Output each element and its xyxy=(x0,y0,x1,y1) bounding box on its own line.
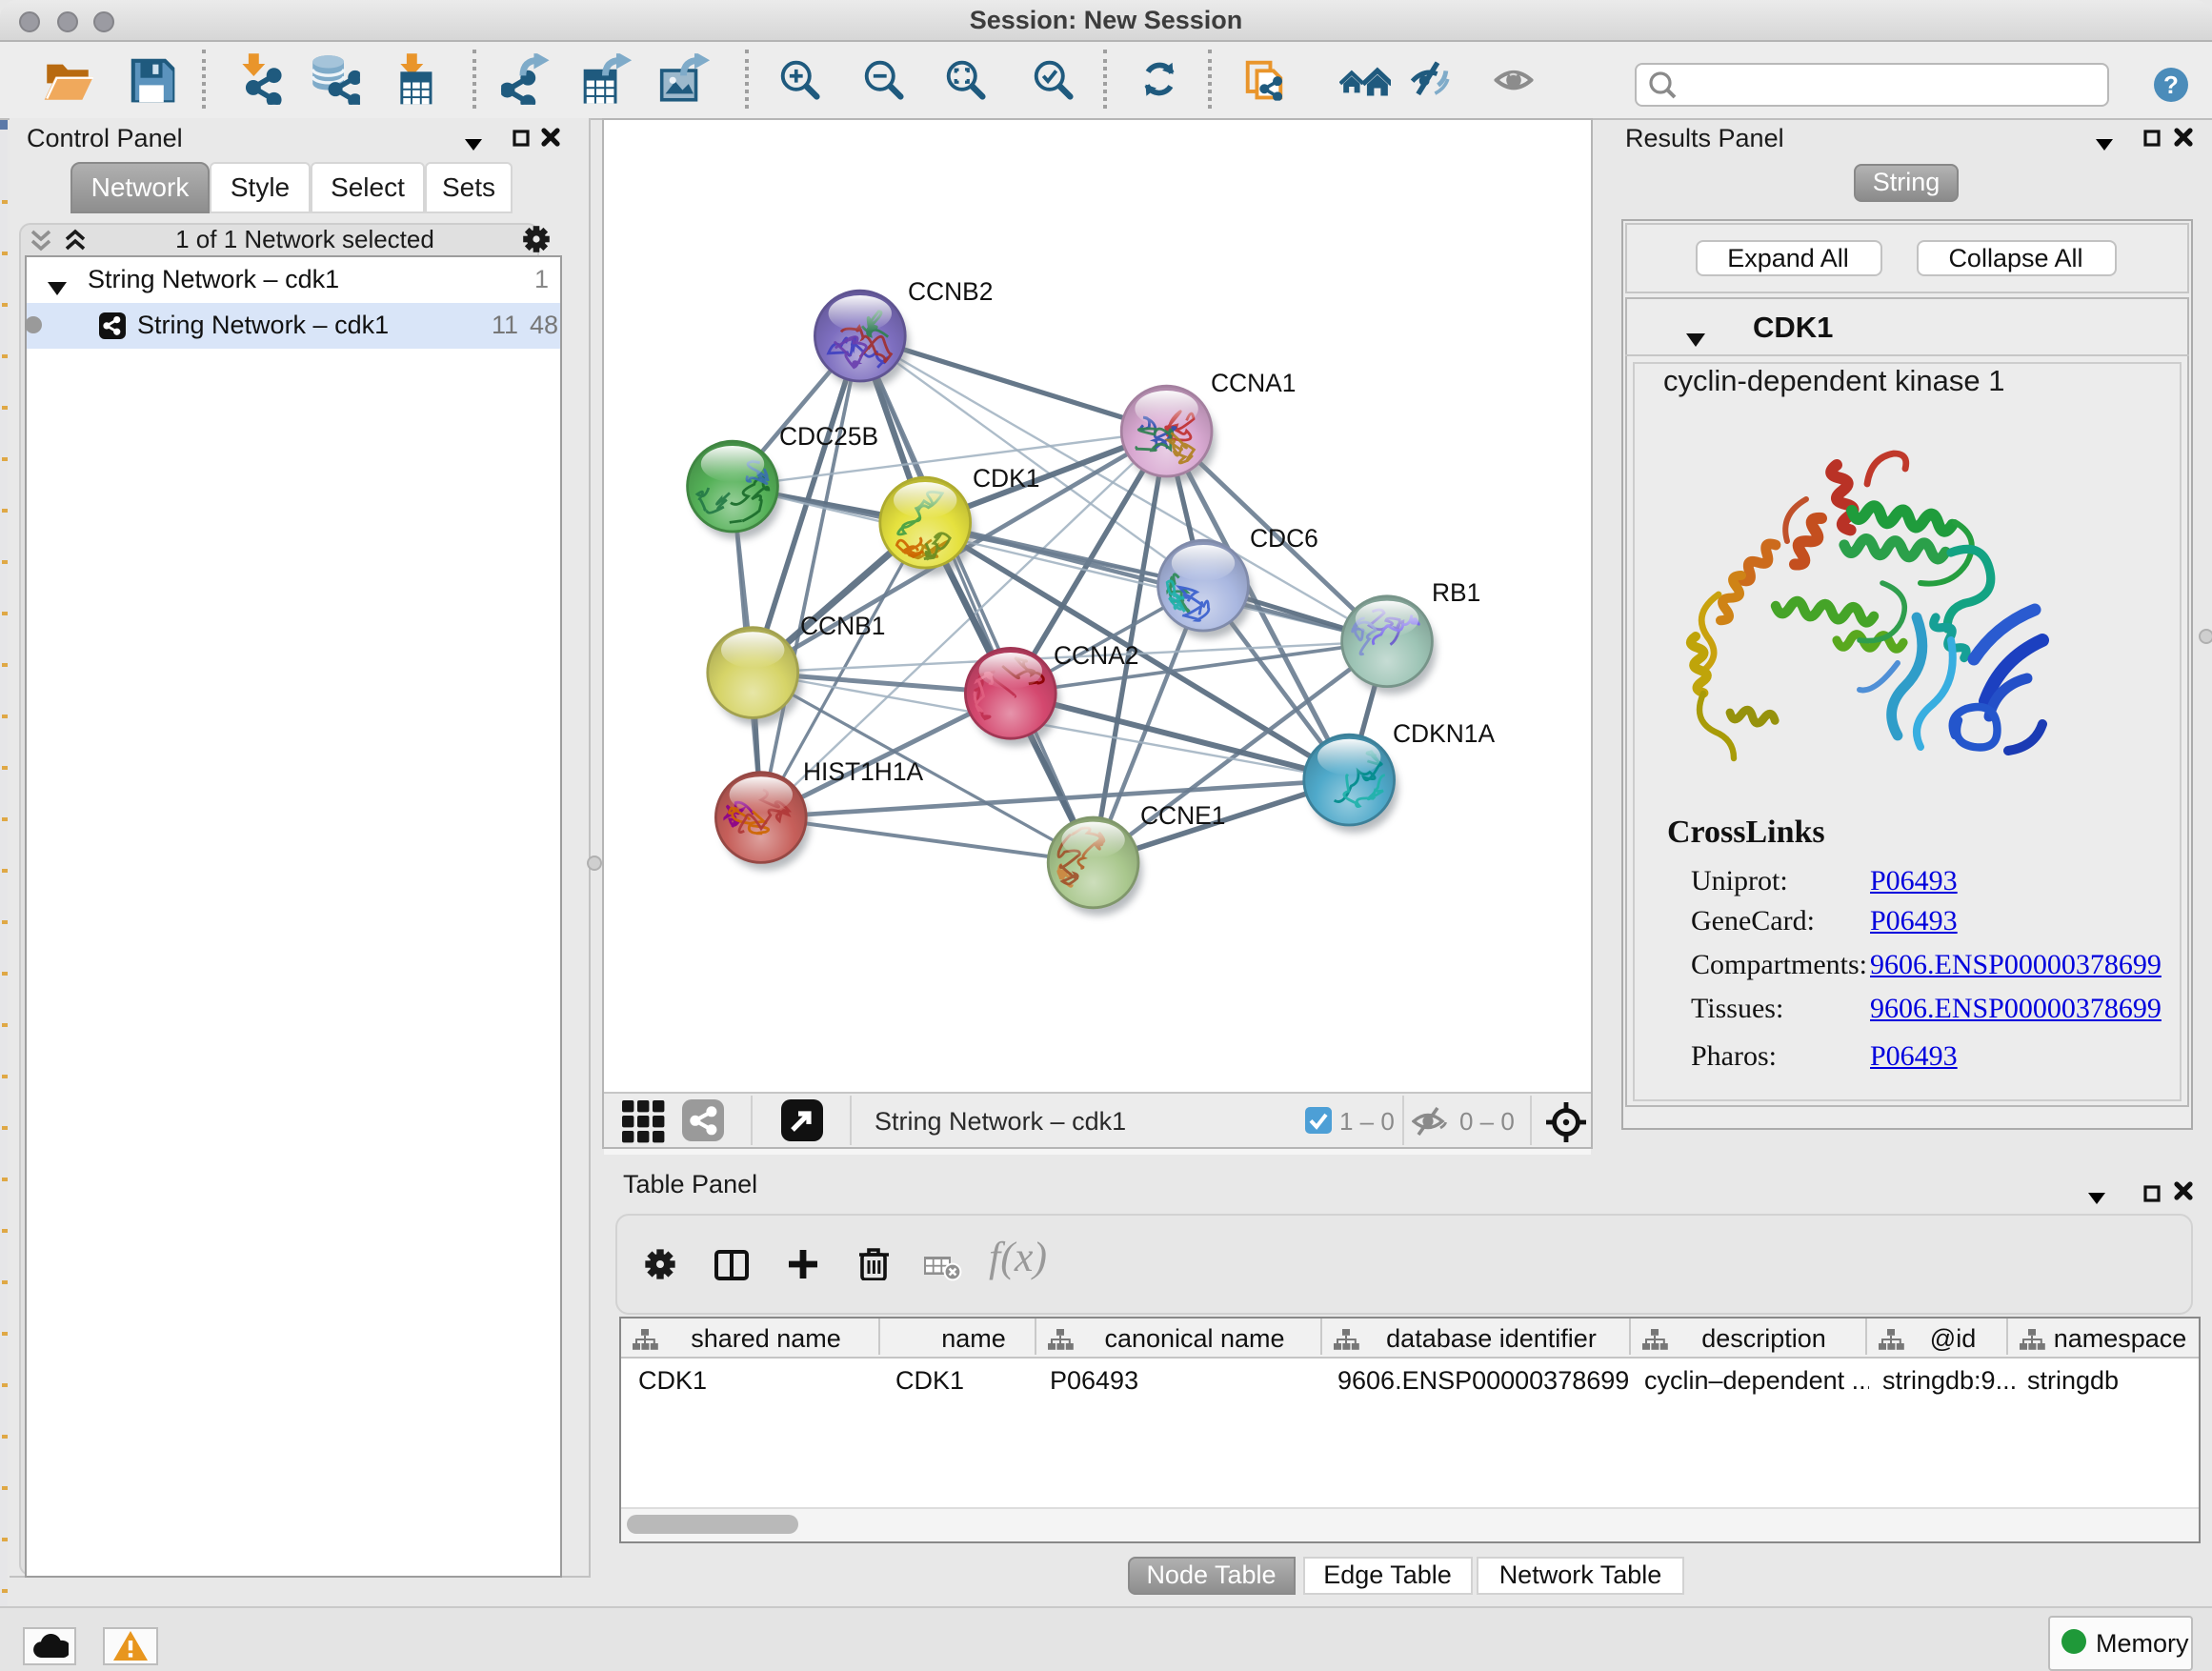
svg-text:CCNA1: CCNA1 xyxy=(1211,369,1296,397)
svg-text:CDK1: CDK1 xyxy=(973,464,1039,493)
svg-text:?: ? xyxy=(2162,70,2178,99)
svg-text:CCNB1: CCNB1 xyxy=(800,612,885,640)
svg-text:CCNA2: CCNA2 xyxy=(1054,641,1138,670)
svg-text:CCNE1: CCNE1 xyxy=(1140,801,1225,830)
svg-text:CDKN1A: CDKN1A xyxy=(1393,719,1495,748)
svg-text:CDC25B: CDC25B xyxy=(779,422,878,451)
svg-text:CCNB2: CCNB2 xyxy=(908,277,993,306)
svg-text:RB1: RB1 xyxy=(1432,578,1480,607)
svg-text:HIST1H1A: HIST1H1A xyxy=(803,757,924,786)
svg-text:CDC6: CDC6 xyxy=(1250,524,1318,553)
